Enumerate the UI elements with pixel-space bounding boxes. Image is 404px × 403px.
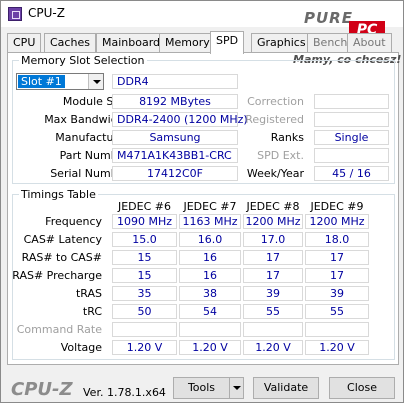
timing-cell: 17 bbox=[305, 268, 369, 283]
timing-cell: 17 bbox=[305, 250, 369, 265]
timing-cell: 16.0 bbox=[179, 232, 241, 247]
ranks-label: Ranks bbox=[270, 131, 304, 144]
spd-ext-value bbox=[314, 148, 389, 163]
spd-ext-label: SPD Ext. bbox=[257, 149, 304, 162]
timing-cell: 38 bbox=[179, 286, 241, 301]
timing-cell: 1200 MHz bbox=[305, 214, 369, 229]
tras-label: tRAS bbox=[75, 287, 102, 300]
registered-value bbox=[314, 112, 389, 127]
ras-precharge-label: RAS# Precharge bbox=[12, 269, 102, 282]
cpuz-app-icon bbox=[8, 7, 22, 21]
tools-dropdown-chevron-down-icon[interactable] bbox=[229, 377, 244, 399]
timing-cell: 1090 MHz bbox=[112, 214, 177, 229]
slot-select-value: Slot #1 bbox=[18, 75, 65, 88]
command-rate-label: Command Rate bbox=[16, 323, 102, 336]
tab-graphics[interactable]: Graphics bbox=[251, 33, 312, 53]
timing-cell bbox=[305, 322, 369, 337]
ranks-value: Single bbox=[314, 130, 389, 145]
timings-col-header: JEDEC #9 bbox=[310, 200, 364, 213]
timings-legend: Timings Table bbox=[21, 188, 96, 201]
cpuz-footer-logo: CPU-Z bbox=[11, 379, 73, 400]
registered-label: Registered bbox=[245, 113, 304, 126]
max-bandwidth-value: DDR4-2400 (1200 MHz) bbox=[112, 112, 248, 127]
timings-col-header: JEDEC #7 bbox=[183, 200, 237, 213]
timing-cell: 55 bbox=[305, 304, 369, 319]
timing-cell: 39 bbox=[305, 286, 369, 301]
timings-col-header: JEDEC #6 bbox=[117, 200, 171, 213]
part-number-value: M471A1K43BB1-CRC bbox=[112, 148, 238, 163]
timing-cell: 18.0 bbox=[305, 232, 369, 247]
tab-memory[interactable]: Memory bbox=[159, 33, 216, 53]
timing-cell: 1.20 V bbox=[243, 340, 303, 355]
timing-cell: 15 bbox=[112, 250, 177, 265]
timing-cell: 55 bbox=[243, 304, 303, 319]
timing-cell: 1200 MHz bbox=[243, 214, 303, 229]
timing-cell: 16 bbox=[179, 250, 241, 265]
validate-button[interactable]: Validate bbox=[253, 377, 319, 399]
module-size-value: 8192 MBytes bbox=[112, 94, 238, 109]
close-button[interactable]: Close bbox=[329, 377, 395, 399]
timing-cell bbox=[112, 322, 177, 337]
correction-value bbox=[314, 94, 389, 109]
timing-cell bbox=[179, 322, 241, 337]
timing-cell: 17 bbox=[243, 268, 303, 283]
timings-col-header: JEDEC #8 bbox=[246, 200, 300, 213]
cpuz-window: CPU-Z PURE PC CPU Caches Mainboard Memor… bbox=[0, 0, 404, 403]
trc-label: tRC bbox=[82, 305, 102, 318]
cas-latency-label: CAS# Latency bbox=[23, 233, 102, 246]
manufacturer-value: Samsung bbox=[112, 130, 238, 145]
timing-cell: 1163 MHz bbox=[179, 214, 241, 229]
tab-mainboard[interactable]: Mainboard bbox=[96, 33, 167, 53]
timing-cell: 1.20 V bbox=[179, 340, 241, 355]
week-year-value: 45 / 16 bbox=[314, 166, 389, 181]
timing-cell: 54 bbox=[179, 304, 241, 319]
timing-cell: 15.0 bbox=[112, 232, 177, 247]
window-title: CPU-Z bbox=[28, 6, 65, 20]
timing-cell: 35 bbox=[112, 286, 177, 301]
chevron-down-icon[interactable] bbox=[88, 74, 103, 89]
tab-cpu[interactable]: CPU bbox=[7, 33, 42, 53]
frequency-label: Frequency bbox=[45, 215, 102, 228]
timing-cell: 1.20 V bbox=[305, 340, 369, 355]
timing-cell: 39 bbox=[243, 286, 303, 301]
week-year-label: Week/Year bbox=[246, 167, 304, 180]
slot-select[interactable]: Slot #1 bbox=[16, 73, 104, 90]
correction-label: Correction bbox=[247, 95, 304, 108]
timing-cell: 16 bbox=[179, 268, 241, 283]
memory-type-field: DDR4 bbox=[112, 74, 238, 89]
timing-cell: 50 bbox=[112, 304, 177, 319]
version-label: Ver. 1.78.1.x64 bbox=[83, 386, 166, 399]
tools-button[interactable]: Tools bbox=[173, 377, 229, 399]
timing-cell bbox=[243, 322, 303, 337]
tab-spd[interactable]: SPD bbox=[210, 31, 245, 54]
ras-to-cas-label: RAS# to CAS# bbox=[21, 251, 102, 264]
logo-text-pure: PURE bbox=[304, 9, 353, 27]
tab-caches[interactable]: Caches bbox=[44, 33, 96, 53]
timing-cell: 17.0 bbox=[243, 232, 303, 247]
timing-cell: 1.20 V bbox=[112, 340, 177, 355]
serial-number-value: 17412C0F bbox=[112, 166, 238, 181]
timing-cell: 17 bbox=[243, 250, 303, 265]
voltage-label: Voltage bbox=[60, 341, 102, 354]
timing-cell: 15 bbox=[112, 268, 177, 283]
tab-about[interactable]: About bbox=[347, 33, 392, 53]
memory-slot-legend: Memory Slot Selection bbox=[21, 54, 145, 67]
